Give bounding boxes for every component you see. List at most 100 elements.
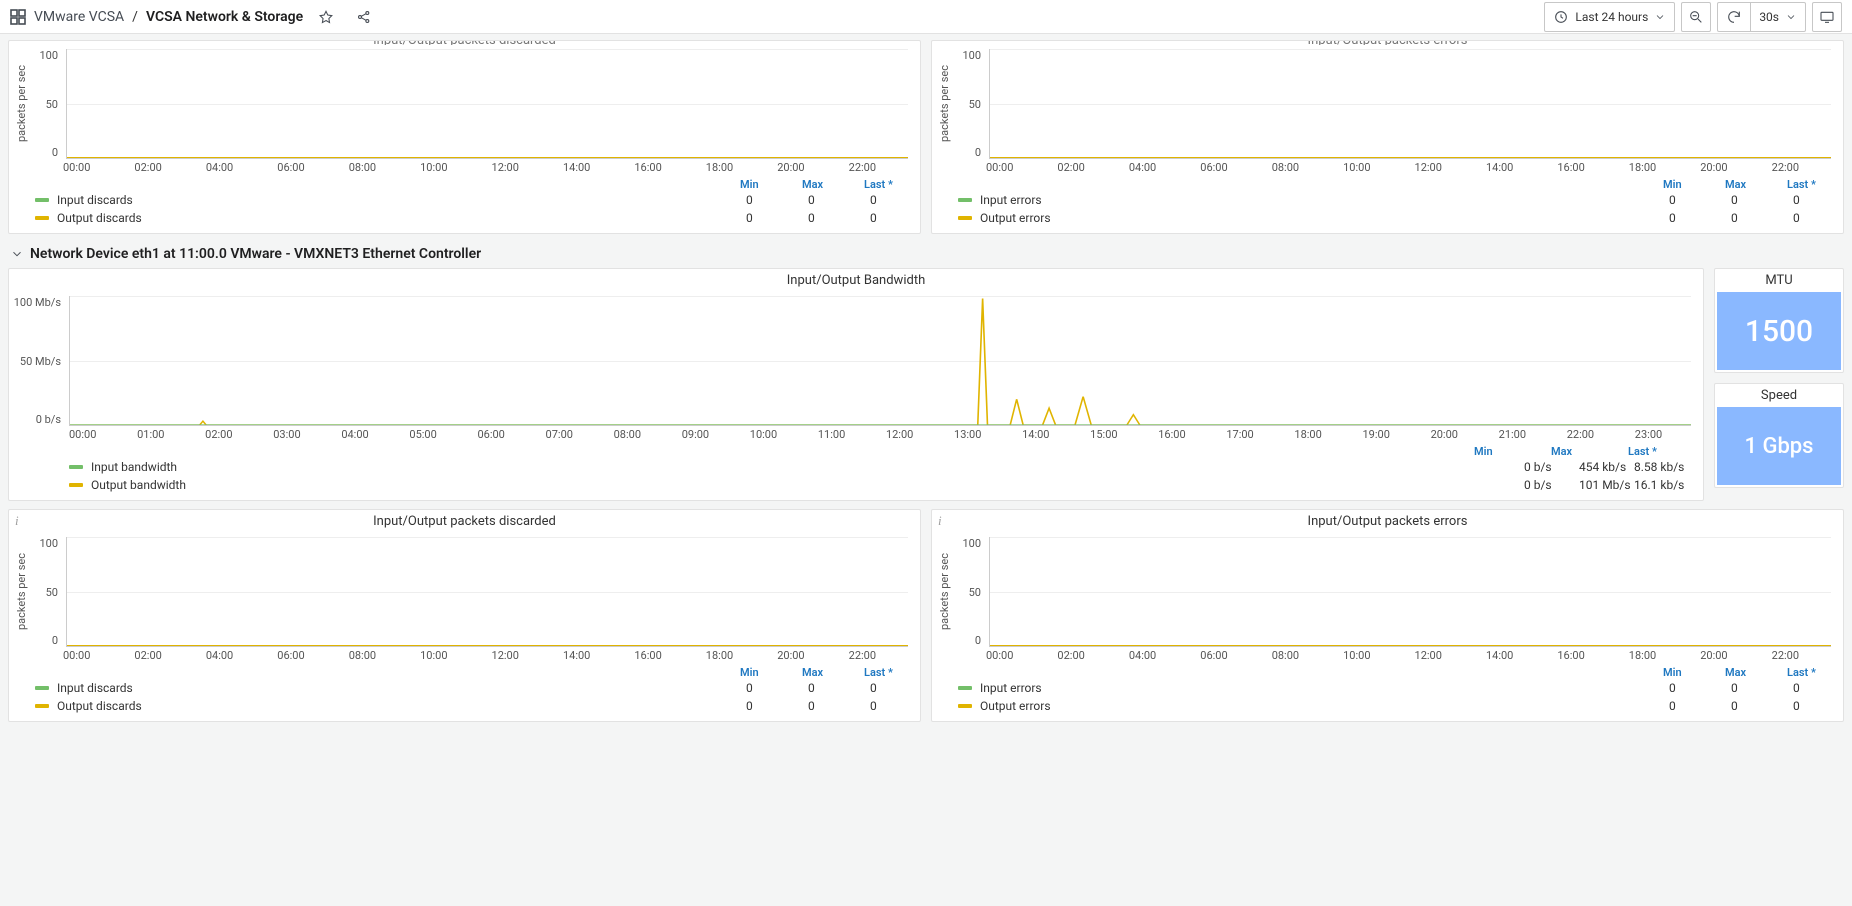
x-tick: 07:00 <box>546 428 614 441</box>
legend-label: Input discards <box>57 681 724 695</box>
legend-value-min: 0 b/s <box>1524 460 1579 474</box>
panel-title: Speed <box>1715 384 1843 405</box>
legend-item[interactable]: Input discards000 <box>35 191 910 209</box>
refresh-interval-dropdown[interactable]: 30s <box>1750 3 1805 31</box>
legend-label: Output discards <box>57 211 724 225</box>
info-icon[interactable]: i <box>938 514 952 528</box>
panel-small[interactable]: iInput/Output packets discardedpackets p… <box>8 509 921 722</box>
x-tick: 08:00 <box>1272 649 1343 662</box>
legend-label: Output discards <box>57 699 724 713</box>
y-tick: 0 <box>953 146 981 159</box>
legend-item[interactable]: Input errors000 <box>958 679 1833 697</box>
legend-value-max: 101 Mb/s <box>1579 478 1634 492</box>
legend-value-max: 0 <box>808 699 848 713</box>
legend-color-swatch <box>958 704 972 708</box>
top-bar: VMware VCSA / VCSA Network & Storage Las… <box>0 0 1852 34</box>
legend-label: Output errors <box>980 211 1647 225</box>
y-axis-label: packets per sec <box>936 537 953 647</box>
y-tick: 0 b/s <box>13 413 61 426</box>
x-tick: 16:00 <box>634 649 705 662</box>
legend-item[interactable]: Output discards000 <box>35 209 910 227</box>
legend-color-swatch <box>69 465 83 469</box>
x-tick: 23:00 <box>1635 428 1703 441</box>
panel-title: Input/Output packets errors <box>932 510 1843 533</box>
legend-header-last: Last * <box>864 666 904 679</box>
x-tick: 17:00 <box>1226 428 1294 441</box>
legend-item[interactable]: Output errors000 <box>958 697 1833 715</box>
x-tick: 18:00 <box>706 161 777 174</box>
x-tick: 06:00 <box>277 161 348 174</box>
y-tick: 50 <box>953 586 981 599</box>
chart-plot[interactable]: 100500 <box>953 49 1835 159</box>
info-icon[interactable]: i <box>15 514 29 528</box>
zoom-out-button[interactable] <box>1681 2 1711 32</box>
page-title[interactable]: VCSA Network & Storage <box>146 9 303 25</box>
y-tick: 50 <box>953 98 981 111</box>
legend-header-min: Min <box>740 666 780 679</box>
dashboard-body: Input/Output packets discardedpackets pe… <box>0 34 1852 732</box>
x-tick: 16:00 <box>1158 428 1226 441</box>
x-tick: 06:00 <box>1200 161 1271 174</box>
x-tick: 22:00 <box>849 649 920 662</box>
legend-value-last: 0 <box>870 211 910 225</box>
x-tick: 15:00 <box>1090 428 1158 441</box>
panel-small[interactable]: Input/Output packets errorspackets per s… <box>931 40 1844 234</box>
refresh-button[interactable] <box>1718 3 1750 31</box>
panel-bandwidth[interactable]: Input/Output Bandwidth 100 Mb/s50 Mb/s0 … <box>8 268 1704 501</box>
legend-header-min: Min <box>1663 178 1703 191</box>
refresh-picker[interactable]: 30s <box>1717 2 1806 32</box>
legend-header-min: Min <box>740 178 780 191</box>
legend-item[interactable]: Output bandwidth0 b/s101 Mb/s16.1 kb/s <box>69 476 1689 494</box>
x-tick: 00:00 <box>69 428 137 441</box>
legend-color-swatch <box>35 216 49 220</box>
bandwidth-chart-plot[interactable]: 100 Mb/s50 Mb/s0 b/s <box>13 296 1695 426</box>
legend-color-swatch <box>958 216 972 220</box>
speed-value: 1 Gbps <box>1717 407 1841 485</box>
legend-label: Input errors <box>980 193 1647 207</box>
y-axis-label: packets per sec <box>936 49 953 159</box>
chart-plot[interactable]: 100500 <box>953 537 1835 647</box>
chart-plot[interactable]: 100500 <box>30 49 912 159</box>
legend-value-last: 0 <box>1793 681 1833 695</box>
x-tick: 20:00 <box>1431 428 1499 441</box>
breadcrumb-folder[interactable]: VMware VCSA <box>34 9 124 25</box>
x-tick: 14:00 <box>1022 428 1090 441</box>
panel-title: Input/Output Bandwidth <box>9 269 1703 292</box>
panel-small[interactable]: iInput/Output packets errors packets per … <box>931 509 1844 722</box>
legend-item[interactable]: Input discards000 <box>35 679 910 697</box>
legend-value-last: 0 <box>1793 193 1833 207</box>
row-header[interactable]: Network Device eth1 at 11:00.0 VMware - … <box>8 242 1844 268</box>
x-tick: 00:00 <box>63 649 134 662</box>
x-tick: 12:00 <box>492 649 563 662</box>
favorite-button[interactable] <box>311 2 341 32</box>
legend-value-max: 454 kb/s <box>1579 460 1634 474</box>
legend-item[interactable]: Input bandwidth0 b/s454 kb/s8.58 kb/s <box>69 458 1689 476</box>
chart-plot[interactable]: 100500 <box>30 537 912 647</box>
x-tick: 14:00 <box>563 161 634 174</box>
x-tick: 12:00 <box>1415 161 1486 174</box>
legend-value-max: 0 <box>808 211 848 225</box>
x-tick: 16:00 <box>634 161 705 174</box>
legend-value-min: 0 <box>746 681 786 695</box>
legend-item[interactable]: Output errors000 <box>958 209 1833 227</box>
panel-speed[interactable]: Speed 1 Gbps <box>1714 383 1844 488</box>
legend-item[interactable]: Input errors000 <box>958 191 1833 209</box>
x-tick: 10:00 <box>420 161 491 174</box>
legend-header-max: Max <box>1551 445 1606 458</box>
time-range-picker[interactable]: Last 24 hours <box>1544 2 1675 32</box>
panel-small[interactable]: Input/Output packets discardedpackets pe… <box>8 40 921 234</box>
legend-header-last: Last * <box>864 178 904 191</box>
x-tick: 10:00 <box>1343 161 1414 174</box>
legend-item[interactable]: Output discards000 <box>35 697 910 715</box>
share-button[interactable] <box>349 2 379 32</box>
panel-mtu[interactable]: MTU 1500 <box>1714 268 1844 373</box>
y-axis-label: packets per sec <box>13 537 30 647</box>
x-tick: 03:00 <box>273 428 341 441</box>
x-tick: 18:00 <box>1629 161 1700 174</box>
mtu-value: 1500 <box>1717 292 1841 370</box>
legend-value-min: 0 <box>1669 193 1709 207</box>
x-tick: 18:00 <box>706 649 777 662</box>
x-tick: 12:00 <box>492 161 563 174</box>
view-mode-button[interactable] <box>1812 2 1842 32</box>
x-tick: 02:00 <box>205 428 273 441</box>
